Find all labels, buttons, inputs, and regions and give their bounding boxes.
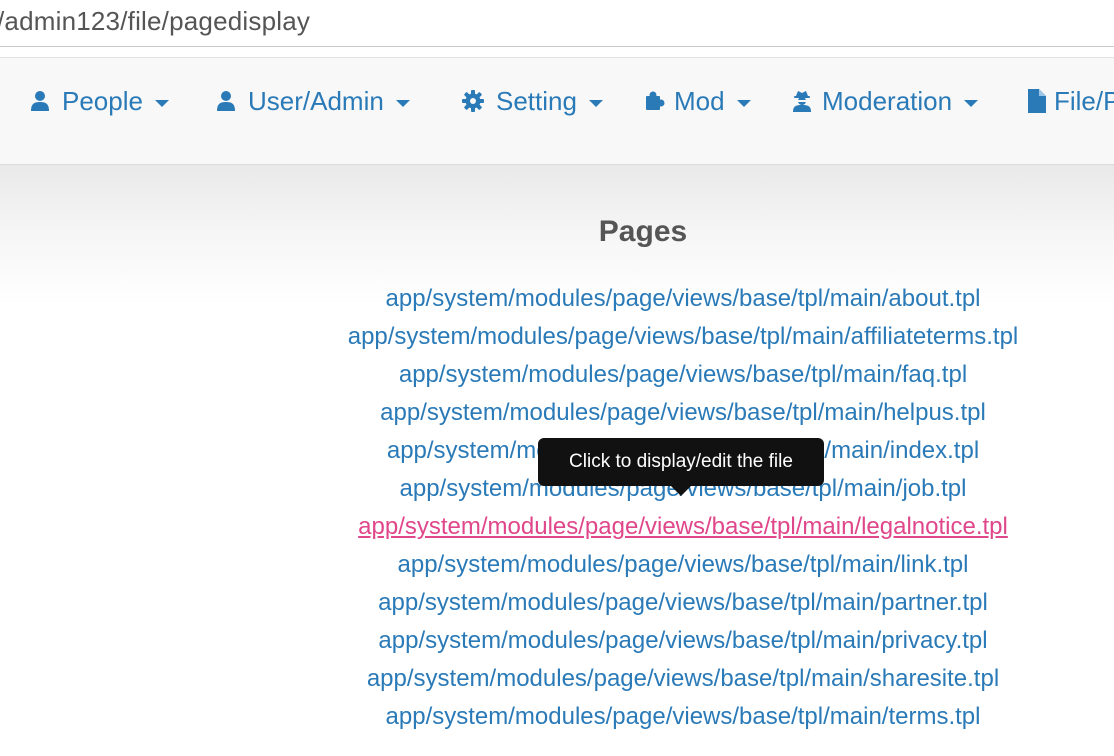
file-icon (1028, 89, 1046, 113)
nav-moderation-dropdown[interactable]: Moderation (792, 82, 979, 120)
chevron-down-icon (588, 99, 603, 107)
chevron-down-icon (154, 99, 169, 107)
nav-setting-dropdown[interactable]: Setting (462, 82, 603, 120)
chevron-down-icon (395, 99, 410, 107)
nav-setting-label: Setting (496, 85, 577, 116)
file-link-helpus[interactable]: app/system/modules/page/views/base/tpl/m… (0, 394, 1114, 432)
nav-file-label: File/P (1054, 85, 1114, 116)
nav-user-admin-label: User/Admin (248, 85, 384, 116)
file-link-affiliateterms[interactable]: app/system/modules/page/views/base/tpl/m… (0, 318, 1114, 356)
nav-mod-label: Mod (674, 85, 725, 116)
nav-moderation-label: Moderation (822, 85, 953, 116)
user-icon (31, 91, 49, 111)
nav-people-dropdown[interactable]: People (30, 82, 169, 120)
user-secret-icon (793, 91, 811, 112)
toolbar-gap (0, 47, 1114, 57)
file-link-legalnotice[interactable]: app/system/modules/page/views/base/tpl/m… (0, 508, 1114, 546)
file-link-sharesite[interactable]: app/system/modules/page/views/base/tpl/m… (0, 660, 1114, 698)
file-link-link[interactable]: app/system/modules/page/views/base/tpl/m… (0, 546, 1114, 584)
puzzle-icon (646, 91, 665, 110)
file-link-faq[interactable]: app/system/modules/page/views/base/tpl/m… (0, 356, 1114, 394)
url-text[interactable]: /admin123/file/pagedisplay (0, 6, 310, 37)
chevron-down-icon (736, 99, 751, 107)
address-bar[interactable]: /admin123/file/pagedisplay (0, 0, 1114, 47)
top-navbar: People User/Admin Setting Mod Moderation… (0, 57, 1114, 166)
tooltip-text: Click to display/edit the file (569, 451, 793, 472)
tooltip-arrow (671, 486, 691, 496)
file-link-partner[interactable]: app/system/modules/page/views/base/tpl/m… (0, 584, 1114, 622)
tooltip: Click to display/edit the file (538, 438, 824, 496)
chevron-down-icon (964, 99, 979, 107)
nav-people-label: People (62, 85, 143, 116)
file-list: app/system/modules/page/views/base/tpl/m… (0, 280, 1114, 736)
nav-user-admin-dropdown[interactable]: User/Admin (216, 82, 410, 120)
user-icon (217, 91, 235, 111)
gear-icon (462, 90, 484, 112)
file-link-about[interactable]: app/system/modules/page/views/base/tpl/m… (0, 280, 1114, 318)
nav-mod-dropdown[interactable]: Mod (644, 82, 751, 120)
nav-file-dropdown[interactable]: File/P (1028, 82, 1114, 120)
file-link-privacy[interactable]: app/system/modules/page/views/base/tpl/m… (0, 622, 1114, 660)
page-title: Pages (598, 215, 688, 249)
file-link-terms[interactable]: app/system/modules/page/views/base/tpl/m… (0, 698, 1114, 736)
